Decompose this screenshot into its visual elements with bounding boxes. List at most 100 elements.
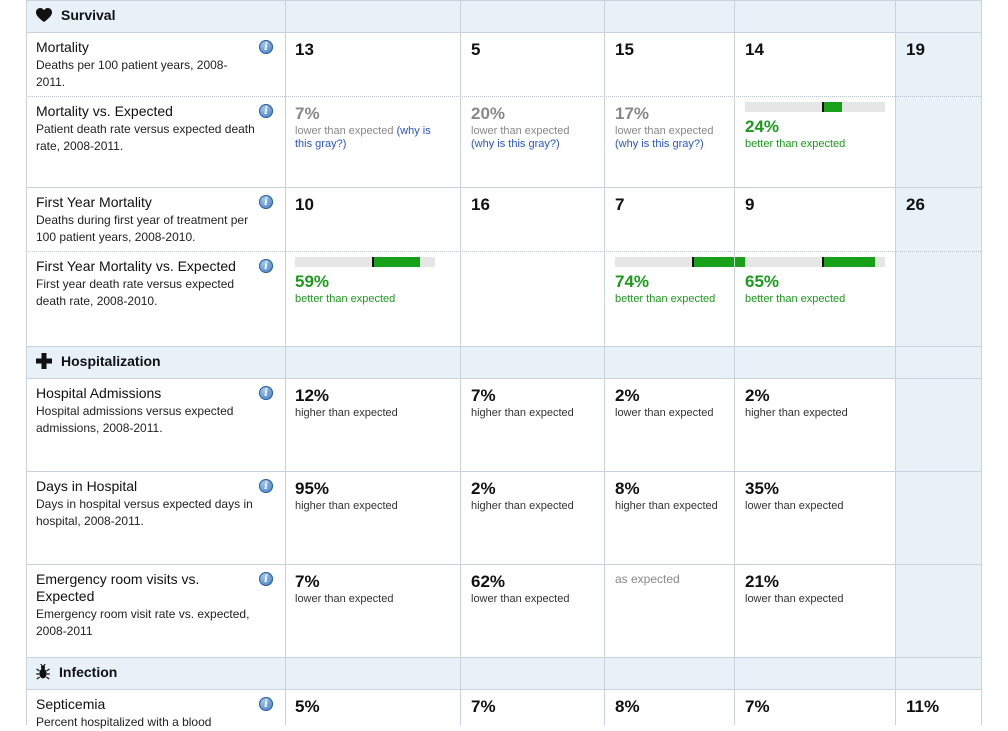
column-divider <box>734 0 735 725</box>
metric-value: 16 <box>471 195 490 214</box>
info-icon[interactable]: i <box>259 386 273 400</box>
metric-note: higher than expected <box>471 500 595 513</box>
value-cell: 62% lower than expected <box>471 572 595 606</box>
metric-value: 15 <box>615 40 634 59</box>
value-cell: 7% higher than expected <box>471 386 595 420</box>
metric-note-text: better than expected <box>615 293 716 305</box>
value-cell: 21% lower than expected <box>745 572 886 606</box>
metric-note: higher than expected <box>745 407 886 420</box>
divider <box>26 689 981 690</box>
metric-note: better than expected <box>745 293 886 306</box>
cross-icon <box>36 353 52 369</box>
metric-title: First Year Mortality <box>36 194 152 210</box>
column-divider <box>981 0 982 725</box>
comparison-bar <box>295 257 435 267</box>
metric-value: 26 <box>906 195 925 214</box>
why-gray-link[interactable]: (why is this gray?) <box>471 138 560 150</box>
value-cell: 16 <box>471 195 595 215</box>
comparison-bar <box>745 257 885 267</box>
metric-value: 17% <box>615 104 650 123</box>
metric-value: 20% <box>471 104 506 123</box>
section-header-infection <box>26 657 981 689</box>
metric-value: 2% <box>471 479 496 498</box>
metric-note: lower than expected (why is this gray?) <box>295 125 450 151</box>
metric-title: First Year Mortality vs. Expected <box>36 258 236 274</box>
metric-note-text: higher than expected <box>295 407 398 419</box>
row-divider <box>26 96 981 97</box>
value-cell: 7% lower than expected (why is this gray?… <box>295 104 450 151</box>
metric-note-text: lower than expected <box>745 500 844 512</box>
row-divider <box>26 251 981 252</box>
metric-note: lower than expected <box>471 593 595 606</box>
info-icon[interactable]: i <box>259 572 273 586</box>
comparison-bar-fill <box>373 257 420 267</box>
metric-description: Days in hospital versus expected days in… <box>36 497 253 528</box>
metric-note: lower than expected <box>745 500 886 513</box>
metric-title: Emergency room visits vs. Expected <box>36 571 200 604</box>
metric-note-text: lower than expected <box>615 407 714 419</box>
value-cell: 19 <box>906 40 972 60</box>
divider <box>26 346 981 347</box>
why-gray-link[interactable]: (why is this gray?) <box>615 138 704 150</box>
column-divider <box>604 0 605 725</box>
value-cell: 15 <box>615 40 725 60</box>
metric-value: 11% <box>906 697 940 716</box>
metric-title: Septicemia <box>36 696 106 712</box>
value-cell: 35% lower than expected <box>745 479 886 513</box>
metric-note-text: higher than expected <box>471 407 574 419</box>
info-icon[interactable]: i <box>259 195 273 209</box>
column-divider <box>460 0 461 725</box>
info-icon[interactable]: i <box>259 479 273 493</box>
metric-description: Hospital admissions versus expected admi… <box>36 404 234 435</box>
metric-note-text: higher than expected <box>295 500 398 512</box>
metric-label: Emergency room visits vs. Expected Emerge… <box>36 571 256 640</box>
value-cell: 13 <box>295 40 450 60</box>
metric-note: higher than expected <box>615 500 725 513</box>
info-icon[interactable]: i <box>259 697 273 711</box>
metric-label: Days in Hospital Days in hospital versus … <box>36 478 256 530</box>
metric-value: 5 <box>471 40 481 59</box>
value-cell: 26 <box>906 195 972 215</box>
metric-label: Mortality vs. Expected Patient death rate… <box>36 103 256 155</box>
metric-title: Hospital Admissions <box>36 385 162 401</box>
metric-label: Mortality Deaths per 100 patient years, 2… <box>36 39 256 91</box>
divider <box>26 657 981 658</box>
metric-note-text: higher than expected <box>615 500 718 512</box>
section-title: Hospitalization <box>36 353 161 369</box>
metric-value: 74% <box>615 272 650 291</box>
metric-description: Emergency room visit rate vs. expected, … <box>36 607 250 638</box>
metric-note-text: higher than expected <box>745 407 848 419</box>
metric-value: 7% <box>471 697 496 716</box>
facility-comparison-table: Survival Mortality Deaths per 100 patient … <box>0 0 1008 729</box>
info-icon[interactable]: i <box>259 40 273 54</box>
metric-title: Mortality vs. Expected <box>36 103 173 119</box>
metric-description: Percent hospitalized with a blood <box>36 715 212 729</box>
metric-label: Hospital Admissions Hospital admissions v… <box>36 385 256 437</box>
metric-label: Septicemia Percent hospitalized with a bl… <box>36 696 256 731</box>
comparison-bar-fill <box>823 102 842 112</box>
metric-note-text: higher than expected <box>471 500 574 512</box>
value-cell: 59% better than expected <box>295 257 450 306</box>
metric-value: 7% <box>745 697 770 716</box>
metric-value: 13 <box>295 40 314 59</box>
metric-value: 21% <box>745 572 780 591</box>
value-cell: 20% lower than expected (why is this gray… <box>471 104 595 151</box>
metric-value: 8% <box>615 479 640 498</box>
value-cell: 7% <box>471 697 595 717</box>
metric-value: 7% <box>471 386 496 405</box>
metric-description: Deaths per 100 patient years, 2008-2011. <box>36 58 228 89</box>
metric-note: lower than expected (why is this gray?) <box>615 125 725 151</box>
info-icon[interactable]: i <box>259 259 273 273</box>
value-cell: 2% higher than expected <box>471 479 595 513</box>
comparison-bar-marker <box>372 257 374 267</box>
value-cell: 24% better than expected <box>745 102 886 151</box>
metric-label: First Year Mortality vs. Expected First y… <box>36 258 256 310</box>
value-cell: 10 <box>295 195 450 215</box>
value-cell: 12% higher than expected <box>295 386 450 420</box>
info-icon[interactable]: i <box>259 104 273 118</box>
metric-value: 10 <box>295 195 314 214</box>
metric-value: 65% <box>745 272 780 291</box>
metric-note-text: lower than expected <box>295 593 394 605</box>
metric-note: better than expected <box>745 138 886 151</box>
value-cell: 8% <box>615 697 725 717</box>
